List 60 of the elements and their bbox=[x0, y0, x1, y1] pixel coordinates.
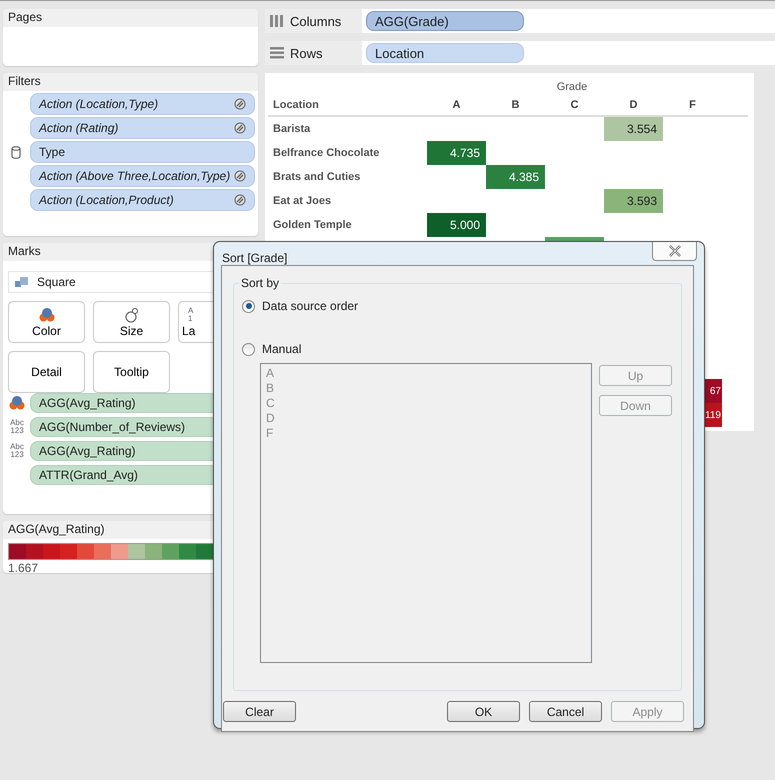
heatmap-cell: 4.385 bbox=[486, 165, 545, 189]
filter-pill[interactable]: Action (Above Three,Location,Type) bbox=[30, 165, 255, 187]
location-label: Eat at Joes bbox=[273, 195, 332, 207]
column-header: A bbox=[452, 99, 462, 111]
heatmap-cell: 4.735 bbox=[427, 141, 486, 165]
circles-icon bbox=[124, 306, 140, 322]
label-icon: Abc 123 bbox=[10, 419, 24, 435]
link-icon bbox=[234, 122, 246, 134]
filter-pill[interactable]: Action (Location,Product) bbox=[30, 189, 255, 211]
shelf-pill[interactable]: Location bbox=[366, 43, 524, 63]
column-header: D bbox=[628, 99, 638, 111]
mark-card-button[interactable]: Detail bbox=[8, 351, 85, 393]
mark-card-button[interactable]: Tooltip bbox=[93, 351, 170, 393]
color-icon bbox=[9, 395, 25, 411]
label-icon: Abc 123 bbox=[10, 443, 24, 459]
filter-pill[interactable]: Action (Location,Type) bbox=[30, 93, 255, 115]
dialog-title: Sort [Grade] bbox=[222, 251, 288, 265]
radio-label: Manual bbox=[262, 342, 302, 356]
radio-label: Data source order bbox=[262, 299, 358, 313]
clear-button[interactable]: Clear bbox=[223, 701, 296, 722]
filter-pill[interactable]: Type bbox=[30, 141, 255, 163]
row-header: Location bbox=[273, 99, 319, 111]
rows-icon bbox=[270, 47, 284, 59]
close-icon bbox=[668, 245, 682, 257]
dialog-button[interactable]: Cancel bbox=[529, 701, 602, 722]
cell-value: 119 bbox=[705, 410, 721, 420]
link-icon bbox=[234, 194, 246, 206]
location-label: Belfrance Chocolate bbox=[273, 147, 380, 159]
heatmap-cell: 5.000 bbox=[427, 213, 486, 237]
columns-icon bbox=[270, 15, 284, 27]
shelf-pill[interactable]: AGG(Grade) bbox=[366, 11, 524, 31]
column-header: C bbox=[570, 99, 580, 111]
link-icon bbox=[234, 170, 246, 182]
color-icon bbox=[38, 306, 54, 322]
dialog-button[interactable]: OK bbox=[447, 701, 520, 722]
shelf-label: Rows bbox=[290, 46, 323, 60]
mark-card-button[interactable]: Color bbox=[8, 301, 85, 343]
database-icon bbox=[11, 146, 21, 158]
filter-pill[interactable]: Action (Rating) bbox=[30, 117, 255, 139]
cell-value: 67 bbox=[710, 386, 721, 396]
label-icon: A 1 bbox=[182, 306, 194, 322]
group-label: Sort by bbox=[239, 276, 282, 290]
heatmap-cell: 3.554 bbox=[604, 117, 663, 141]
location-label: Golden Temple bbox=[273, 219, 352, 231]
column-group-header: Grade bbox=[556, 81, 588, 93]
legend-min-label: 1.667 bbox=[7, 560, 40, 573]
radio-button[interactable] bbox=[242, 300, 255, 312]
panel-title: Filters bbox=[3, 73, 258, 91]
location-label: Barista bbox=[273, 123, 310, 135]
column-header: F bbox=[688, 99, 697, 111]
radio-button[interactable] bbox=[242, 342, 255, 356]
shelf-label: Columns bbox=[290, 14, 342, 28]
location-label: Brats and Cuties bbox=[273, 171, 360, 183]
square-icon bbox=[15, 276, 29, 288]
column-header: B bbox=[510, 99, 520, 111]
mark-card-button[interactable]: Size bbox=[93, 301, 170, 343]
heatmap-cell: 3.593 bbox=[604, 189, 663, 213]
link-icon bbox=[234, 98, 246, 110]
panel-title: Pages bbox=[3, 9, 258, 27]
close-button[interactable] bbox=[652, 242, 697, 261]
